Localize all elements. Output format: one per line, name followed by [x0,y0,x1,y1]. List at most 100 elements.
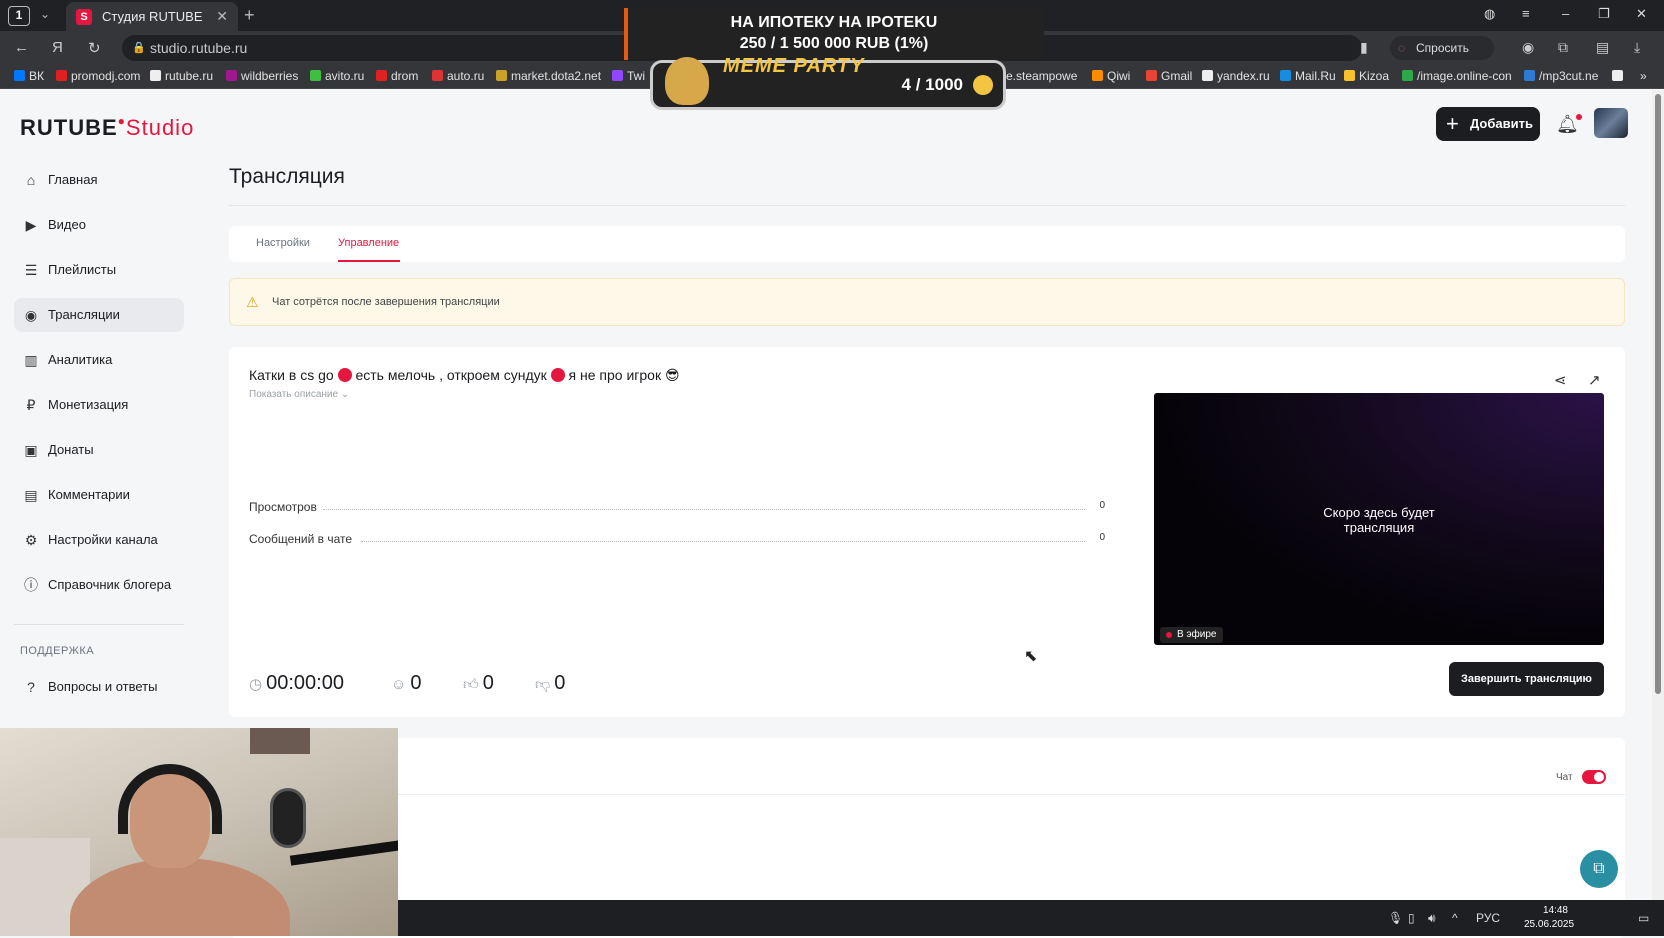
player-placeholder-line: трансляция [1343,520,1415,535]
stream-title-part: есть мелочь , откроем сундук [355,367,547,383]
volume-icon[interactable]: 🔊︎ [1428,911,1436,926]
home-icon: ⌂ [26,172,36,188]
bookmark-avito[interactable]: avito.ru [310,69,364,83]
battery-icon[interactable]: ▯ [1408,911,1415,925]
sidebar-item-blogger-guide[interactable]: ⓘ Справочник блогера [14,568,184,602]
sidebar-item-faq[interactable]: ? Вопросы и ответы [14,670,184,704]
globe-icon[interactable]: ◍ [1484,6,1495,22]
sidebar-item-playlists[interactable]: ☰ Плейлисты [14,253,184,287]
menu-icon[interactable]: ≡ [1522,6,1530,21]
microphone-tray-icon[interactable]: 🎙︎ [1388,911,1403,925]
scrollbar-thumb[interactable] [1655,94,1661,694]
stream-title-part: Катки в cs go [249,367,334,383]
sidebar-item-label: Комментарии [48,487,130,502]
notifications-icon[interactable]: ▭ [1638,911,1649,925]
yandex-icon[interactable]: Я [52,39,63,56]
bookmark-mailru[interactable]: Mail.Ru [1280,69,1336,83]
bookmark-gmail[interactable]: Gmail [1146,69,1192,83]
tab-management[interactable]: Управление [338,237,399,249]
bookmarks-more-icon[interactable]: » [1640,69,1647,83]
chat-toggle[interactable] [1582,770,1606,784]
tab-counter[interactable]: 1 [8,6,30,26]
sidebar-item-video[interactable]: ▶ Видео [14,208,184,242]
bookmark-yandex[interactable]: yandex.ru [1202,69,1270,83]
page-scrollbar[interactable] [1652,90,1664,900]
bookmark-market-dota[interactable]: market.dota2.net [496,69,601,83]
minimize-icon[interactable]: – [1562,6,1569,21]
download-icon[interactable]: ⤓ [1634,39,1640,56]
sidebar-item-analytics[interactable]: ▥ Аналитика [14,343,184,377]
ask-label: Спросить [1416,41,1469,55]
player-placeholder-line: Скоро здесь будет [1323,505,1435,520]
meme-party-overlay: MEME PARTY 4 / 1000 [650,55,1006,110]
chevron-down-icon[interactable]: ⌄ [40,7,50,21]
stat-value: 0 [1099,500,1105,511]
reload-icon[interactable]: ↻ [88,39,101,57]
extensions-icon[interactable]: ⧉ [1558,39,1568,56]
bookmark-steam[interactable]: e.steampowe [1006,69,1077,83]
sidebar-item-donates[interactable]: ▣ Донаты [14,433,184,467]
end-broadcast-button[interactable]: Завершить трансляцию [1449,662,1604,696]
logo-studio: Studio [125,115,195,140]
bookmark-drom[interactable]: drom [376,69,418,83]
sidebar-item-label: Плейлисты [48,262,117,277]
clock[interactable]: 14:48 25.06.2025 [1524,904,1575,932]
collections-icon[interactable]: ▤ [1596,39,1609,56]
back-icon[interactable]: ← [14,39,29,56]
bookmark-vk[interactable]: ВК [14,69,44,83]
sidebar-item-channel-settings[interactable]: ⚙ Настройки канала [14,523,184,557]
playlist-icon: ☰ [24,262,38,278]
bookmark-wildberries[interactable]: wildberries [226,69,298,83]
dislikes-value: 0 [554,672,566,694]
bookmark-twitch[interactable]: Twi [612,69,645,83]
bookmark-mp3cut[interactable]: /mp3cut.ne [1524,69,1598,83]
sidebar-item-label: Монетизация [48,397,129,412]
restore-icon[interactable]: ❐ [1598,6,1610,22]
open-external-icon[interactable]: ↗ [1588,371,1601,389]
new-tab-icon[interactable]: + [244,5,255,26]
live-badge: В эфире [1160,627,1223,643]
bookmark-icon[interactable]: ▮ [1360,39,1368,56]
vk-extension-icon[interactable]: ◉ [1522,39,1534,56]
bookmark-promodj[interactable]: promodj.com [56,69,140,83]
bookmark-kizoa[interactable]: Kizoa [1344,69,1389,83]
browser-tab[interactable]: S Студия RUTUBE ✕ [66,2,238,31]
window-close-icon[interactable]: ✕ [1636,6,1647,22]
language-indicator[interactable]: РУС [1476,911,1500,925]
close-icon[interactable]: ✕ [216,2,228,31]
stat-label: Сообщений в чате [249,532,353,546]
bookmark-qiwi[interactable]: Qiwi [1092,69,1130,83]
sidebar-item-label: Аналитика [48,352,113,367]
avatar[interactable] [1594,108,1628,138]
clock-date: 25.06.2025 [1524,919,1575,930]
bell-icon[interactable]: 🔔︎ [1556,114,1582,135]
sidebar-item-comments[interactable]: ▤ Комментарии [14,478,184,512]
stream-preview-player[interactable]: Скоро здесь будет трансляция В эфире [1154,393,1604,645]
comments-icon: ▤ [24,487,38,503]
bookmark-vk-2[interactable] [1612,69,1627,83]
dislikes-counter: 👎︎ 0 [535,672,565,695]
stat-views: Просмотров 0 [249,500,1105,516]
tab-settings[interactable]: Настройки [256,237,310,249]
support-chat-icon[interactable]: ⧉ [1580,850,1618,888]
sidebar-item-label: Вопросы и ответы [48,679,158,694]
sidebar-item-home[interactable]: ⌂ Главная [14,163,184,197]
stream-title: Катки в cs go есть мелочь , откроем сунд… [249,367,680,384]
sidebar-item-label: Донаты [48,442,94,457]
sidebar-item-monetization[interactable]: ₽ Монетизация [14,388,184,422]
tray-chevron-up-icon[interactable]: ^ [1452,911,1458,925]
ask-button[interactable]: ◌ Спросить [1390,36,1494,60]
viewers-value: 0 [410,672,422,694]
bookmark-image-online[interactable]: /image.online-con [1402,69,1512,83]
red-circle-emoji [337,368,352,382]
rutube-studio-logo[interactable]: RUTUBE●Studio [20,114,194,141]
bookmark-rutube[interactable]: rutube.ru [150,69,213,83]
add-button[interactable]: + Добавить [1436,107,1540,141]
show-description-label: Показать описание [249,389,339,400]
bookmark-autoru[interactable]: auto.ru [432,69,484,83]
show-description-toggle[interactable]: Показать описание ⌄ [249,389,349,400]
sidebar-item-label: Настройки канала [48,532,158,547]
sidebar-item-broadcasts[interactable]: ◉ Трансляции [14,298,184,332]
share-icon[interactable]: ⋖ [1554,371,1567,389]
viewer-icon: ☺ [391,676,407,693]
